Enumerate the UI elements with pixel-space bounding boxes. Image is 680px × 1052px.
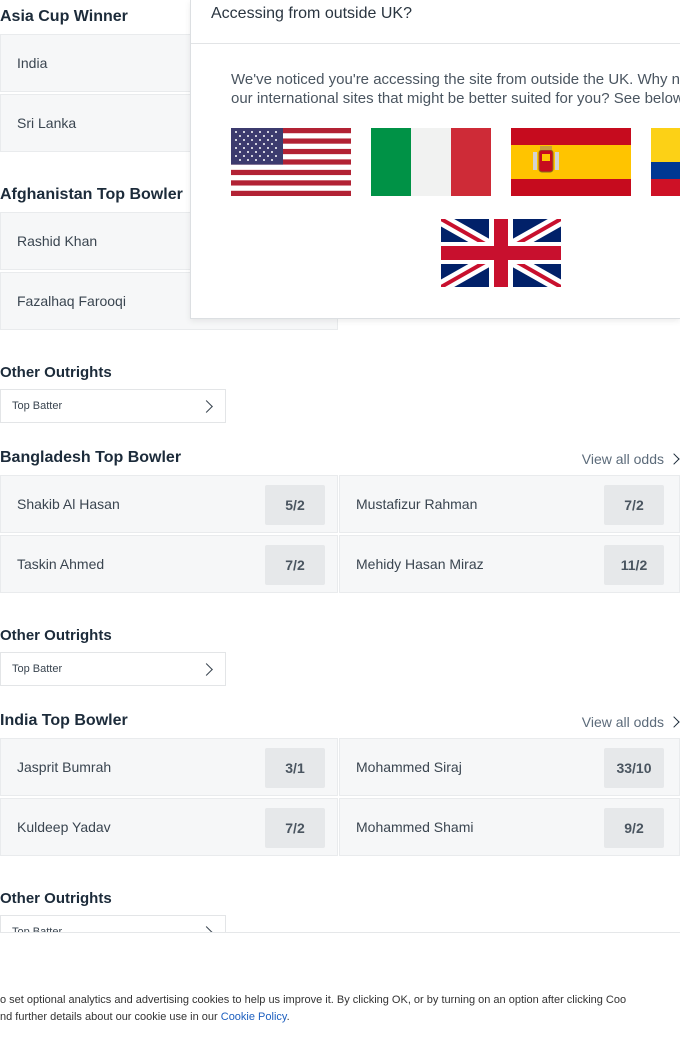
us-flag[interactable] [231,128,351,196]
section-title-afghanistan-top-bowler: Afghanistan Top Bowler [0,186,183,203]
chevron-right-icon [200,399,213,413]
colombia-flag[interactable] [651,128,680,196]
modal-title: Accessing from outside UK? [211,5,412,22]
cookie-banner: o set optional analytics and advertising… [0,932,680,1052]
top-batter-selector[interactable]: Top Batter [0,652,226,686]
odds-button[interactable]: 9/2 [604,808,664,848]
cookie-text-line: nd further details about our cookie use … [0,1011,290,1023]
runner-name: Rashid Khan [17,233,98,249]
odds-button[interactable]: 5/2 [265,485,325,525]
odds-button[interactable]: 7/2 [265,545,325,585]
runner-name: Taskin Ahmed [17,556,105,572]
view-all-odds-link[interactable]: View all odds [581,714,680,730]
runner-name: Fazalhaq Farooqi [17,293,126,309]
section-title-bangladesh-top-bowler: Bangladesh Top Bowler [0,449,182,466]
view-all-label: View all odds [581,714,664,730]
chevron-right-icon [200,662,213,676]
modal-body-line: our international sites that might be be… [231,90,680,107]
spain-flag-icon [511,128,631,196]
view-all-label: View all odds [581,451,664,467]
top-batter-selector[interactable]: Top Batter [0,389,226,423]
runner-card[interactable]: Mehidy Hasan Miraz 11/2 [339,535,680,593]
chevron-right-icon [668,453,680,465]
section-title-asia-cup-winner: Asia Cup Winner [0,8,128,25]
modal-body: We've noticed you're accessing the site … [231,70,680,108]
odds-button[interactable]: 33/10 [604,748,664,788]
runner-name: Mehidy Hasan Miraz [356,556,484,572]
runner-card[interactable]: Kuldeep Yadav 7/2 [0,798,338,856]
uk-flag[interactable] [441,219,561,287]
runner-name: Sri Lanka [17,115,77,131]
uk-flag-icon [441,219,561,287]
odds-button[interactable]: 3/1 [265,748,325,788]
us-flag-icon [231,128,351,196]
odds-button[interactable]: 7/2 [265,808,325,848]
modal-body-line: We've noticed you're accessing the site … [231,71,680,88]
other-outrights-title: Other Outrights [0,890,112,907]
runner-name: Jasprit Bumrah [17,759,112,775]
section-title-india-top-bowler: India Top Bowler [0,712,128,729]
cookie-text-suffix: . [286,1011,290,1023]
odds-button[interactable]: 7/2 [604,485,664,525]
spain-flag[interactable] [511,128,631,196]
modal-header: Accessing from outside UK? [191,0,680,44]
runner-card[interactable]: Shakib Al Hasan 5/2 [0,475,338,533]
runner-card[interactable]: Taskin Ahmed 7/2 [0,535,338,593]
selector-label: Top Batter [12,663,63,675]
runner-card[interactable]: Mohammed Shami 9/2 [339,798,680,856]
selector-label: Top Batter [12,400,63,412]
runner-name: Shakib Al Hasan [17,496,120,512]
runner-name: India [17,55,48,71]
cookie-text-prefix: nd further details about our cookie use … [0,1011,221,1023]
view-all-odds-link[interactable]: View all odds [581,451,680,467]
cookie-text-line: o set optional analytics and advertising… [0,994,627,1006]
region-modal: Accessing from outside UK? We've noticed… [190,0,680,319]
other-outrights-title: Other Outrights [0,627,112,644]
italy-flag[interactable] [371,128,491,196]
runner-name: Mustafizur Rahman [356,496,478,512]
colombia-flag-icon [651,128,680,196]
italy-flag-icon [371,128,491,196]
runner-name: Mohammed Siraj [356,759,462,775]
runner-card[interactable]: Mohammed Siraj 33/10 [339,738,680,796]
chevron-right-icon [668,716,680,728]
other-outrights-title: Other Outrights [0,364,112,381]
runner-name: Mohammed Shami [356,819,474,835]
cookie-policy-link[interactable]: Cookie Policy [221,1011,287,1023]
odds-button[interactable]: 11/2 [604,545,664,585]
runner-card[interactable]: Mustafizur Rahman 7/2 [339,475,680,533]
runner-card[interactable]: Jasprit Bumrah 3/1 [0,738,338,796]
runner-name: Kuldeep Yadav [17,819,111,835]
